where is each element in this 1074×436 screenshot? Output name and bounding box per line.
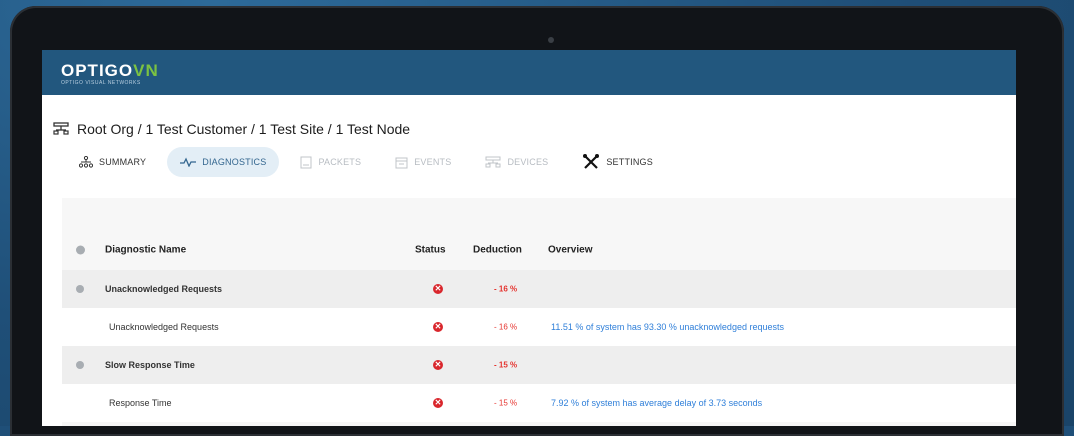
- tab-settings[interactable]: SETTINGS: [569, 147, 666, 177]
- tab-summary[interactable]: SUMMARY: [66, 147, 159, 177]
- document-icon: [300, 156, 312, 168]
- deduction-value: - 15 %: [494, 360, 518, 370]
- tab-diagnostics[interactable]: DIAGNOSTICS: [167, 147, 280, 177]
- deduction-value: - 16 %: [494, 322, 518, 332]
- deduction-value: - 16 %: [494, 284, 518, 294]
- tab-summary-label: SUMMARY: [99, 157, 147, 167]
- diagnostic-name: Unacknowledged Requests: [109, 322, 219, 332]
- breadcrumb[interactable]: Root Org / 1 Test Customer / 1 Test Site…: [77, 121, 410, 137]
- logo-subtitle: OPTIGO VISUAL NETWORKS: [61, 80, 141, 86]
- table-header: Diagnostic Name Status Deduction Overvie…: [62, 230, 1016, 270]
- table-row[interactable]: Unacknowledged Requests ✕ - 16 % 11.51 %…: [62, 308, 1016, 346]
- diagnostics-panel: Diagnostic Name Status Deduction Overvie…: [62, 198, 1016, 426]
- diagnostic-name: Unacknowledged Requests: [105, 284, 223, 294]
- error-status-icon: ✕: [433, 398, 443, 408]
- tools-icon: [583, 154, 600, 169]
- app-header: OPTIGOVN OPTIGO VISUAL NETWORKS: [42, 50, 1016, 95]
- tab-devices[interactable]: DEVICES: [472, 147, 561, 177]
- tab-diagnostics-label: DIAGNOSTICS: [202, 157, 267, 167]
- hierarchy-icon: [79, 156, 93, 168]
- header-name[interactable]: Diagnostic Name: [105, 245, 186, 256]
- expand-icon[interactable]: [76, 285, 84, 293]
- table-row[interactable]: Slow Response Time ✕ - 15 %: [62, 346, 1016, 384]
- tab-bar: SUMMARY DIAGNOSTICS PACKETS EVENTS DEVIC…: [66, 147, 674, 177]
- diagnostics-table: Diagnostic Name Status Deduction Overvie…: [62, 230, 1016, 422]
- header-deduction[interactable]: Deduction: [473, 245, 522, 256]
- tab-packets[interactable]: PACKETS: [287, 147, 374, 177]
- tab-settings-label: SETTINGS: [606, 157, 653, 167]
- logo-main: OPTIGO: [61, 61, 134, 80]
- devices-icon: [485, 156, 501, 168]
- overview-link[interactable]: 7.92 % of system has average delay of 3.…: [551, 398, 762, 408]
- diagnostic-name: Slow Response Time: [105, 360, 195, 370]
- tab-events[interactable]: EVENTS: [382, 147, 464, 177]
- error-status-icon: ✕: [433, 360, 443, 370]
- pulse-icon: [180, 157, 197, 167]
- overview-link[interactable]: 11.51 % of system has 93.30 % unacknowle…: [551, 322, 784, 332]
- logo[interactable]: OPTIGOVN: [61, 62, 159, 79]
- logo-accent: VN: [133, 61, 159, 80]
- expand-icon[interactable]: [76, 361, 84, 369]
- network-node-icon: [53, 122, 69, 135]
- diagnostic-name: Response Time: [109, 398, 172, 408]
- header-overview[interactable]: Overview: [548, 245, 592, 256]
- calendar-icon: [395, 157, 408, 168]
- tab-packets-label: PACKETS: [318, 157, 362, 167]
- error-status-icon: ✕: [433, 322, 443, 332]
- breadcrumb-row: Root Org / 1 Test Customer / 1 Test Site…: [53, 120, 410, 138]
- error-status-icon: ✕: [433, 284, 443, 294]
- tab-events-label: EVENTS: [414, 157, 452, 167]
- tab-devices-label: DEVICES: [507, 157, 549, 167]
- table-row[interactable]: Response Time ✕ - 15 % 7.92 % of system …: [62, 384, 1016, 422]
- app-screen: OPTIGOVN OPTIGO VISUAL NETWORKS Root Org…: [42, 50, 1016, 426]
- header-status[interactable]: Status: [415, 245, 446, 256]
- deduction-value: - 15 %: [494, 398, 518, 408]
- expand-all-icon[interactable]: [76, 245, 85, 255]
- camera-icon: [548, 37, 554, 43]
- table-row[interactable]: Unacknowledged Requests ✕ - 16 %: [62, 270, 1016, 308]
